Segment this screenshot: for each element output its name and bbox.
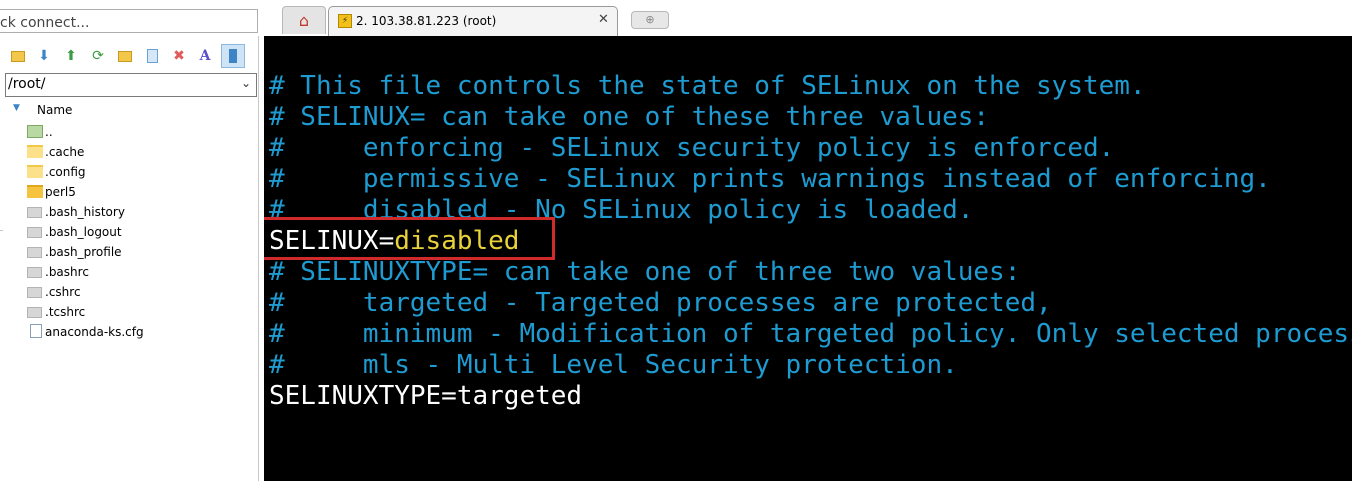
terminal-line: # targeted - Targeted processes are prot… xyxy=(269,288,1052,318)
file-list-header: ▼ Name xyxy=(0,100,264,120)
refresh-icon[interactable]: ⟳ xyxy=(88,44,108,68)
file-row[interactable]: .bashrc xyxy=(0,262,258,282)
terminal-line: SELINUXTYPE=targeted xyxy=(269,381,583,411)
delete-icon[interactable]: ✖ xyxy=(169,44,189,68)
file-row[interactable]: .cache xyxy=(0,142,258,162)
path-value: /root/ xyxy=(8,76,46,92)
terminal-line: # SELINUXTYPE= can take one of three two… xyxy=(269,257,1021,287)
file-name: .cshrc xyxy=(45,285,81,299)
terminal-line: # This file controls the state of SELinu… xyxy=(269,71,1146,101)
file-row[interactable]: .cshrc xyxy=(0,282,258,302)
file-name: .bashrc xyxy=(45,265,89,279)
file-row[interactable]: .config xyxy=(0,162,258,182)
file-row[interactable]: .bash_profile xyxy=(0,242,258,262)
session-tab-title: 2. 103.38.81.223 (root) xyxy=(356,14,497,28)
config-file-icon xyxy=(30,324,42,338)
file-name: .bash_profile xyxy=(45,245,122,259)
folder-icon xyxy=(27,165,43,178)
close-icon[interactable]: ✕ xyxy=(598,12,609,27)
file-row[interactable]: anaconda-ks.cfg xyxy=(0,322,258,342)
sort-down-icon[interactable]: ▼ xyxy=(13,103,20,113)
file-row[interactable]: perl5 xyxy=(0,182,258,202)
terminal-area[interactable]: # This file controls the state of SELinu… xyxy=(264,36,1352,481)
file-icon xyxy=(27,287,42,298)
folder-up-icon[interactable] xyxy=(8,44,28,68)
file-name: .config xyxy=(45,165,86,179)
file-name: .cache xyxy=(45,145,85,159)
divider xyxy=(0,230,3,231)
rename-icon[interactable]: A xyxy=(195,44,215,68)
file-name: perl5 xyxy=(45,185,76,199)
terminal-line: # minimum - Modification of targeted pol… xyxy=(269,319,1352,349)
sftp-panel: ⬇ ⬆ ⟳ ✖ A /root/ ⌄ ▼ Name .. .cache .con… xyxy=(0,0,264,481)
file-name: .tcshrc xyxy=(45,305,86,319)
quick-connect-input[interactable] xyxy=(0,9,258,33)
tab-bar: ⌂ ⚡ 2. 103.38.81.223 (root) ✕ ⊕ xyxy=(264,0,1352,36)
new-folder-icon[interactable] xyxy=(115,44,135,68)
file-row-parent[interactable]: .. xyxy=(0,122,258,142)
parent-folder-icon xyxy=(27,125,43,138)
terminal-line: # permissive - SELinux prints warnings i… xyxy=(269,164,1271,194)
new-tab-button[interactable]: ⊕ xyxy=(631,11,669,29)
home-tab[interactable]: ⌂ xyxy=(282,6,326,34)
file-name: .bash_logout xyxy=(45,225,122,239)
folder-icon xyxy=(27,145,43,158)
highlight-annotation-box xyxy=(264,217,555,260)
download-icon[interactable]: ⬇ xyxy=(34,44,54,68)
file-toolbar: ⬇ ⬆ ⟳ ✖ A xyxy=(0,42,264,70)
file-icon xyxy=(27,307,42,318)
file-row[interactable]: .bash_logout xyxy=(0,222,258,242)
new-file-icon[interactable] xyxy=(142,44,162,68)
file-icon xyxy=(27,247,42,258)
terminal-line: # SELINUX= can take one of these three v… xyxy=(269,102,990,132)
file-name: .bash_history xyxy=(45,205,125,219)
file-row[interactable]: .tcshrc xyxy=(0,302,258,322)
file-icon xyxy=(27,267,42,278)
terminal-session-icon: ⚡ xyxy=(338,14,352,28)
session-tab[interactable]: ⚡ 2. 103.38.81.223 (root) ✕ xyxy=(328,6,618,36)
file-icon xyxy=(27,227,42,238)
file-name: .. xyxy=(45,125,53,139)
terminal-line: # enforcing - SELinux security policy is… xyxy=(269,133,1115,163)
file-name: anaconda-ks.cfg xyxy=(45,325,144,339)
panel-toggle-icon[interactable] xyxy=(221,44,245,68)
upload-icon[interactable]: ⬆ xyxy=(61,44,81,68)
name-column-header[interactable]: Name xyxy=(37,103,72,117)
path-dropdown[interactable]: /root/ ⌄ xyxy=(5,73,257,97)
home-icon: ⌂ xyxy=(298,10,310,30)
file-row[interactable]: .bash_history xyxy=(0,202,258,222)
panel-splitter[interactable] xyxy=(258,36,259,481)
folder-icon xyxy=(27,185,43,198)
chevron-down-icon[interactable]: ⌄ xyxy=(241,76,251,90)
terminal-line: # mls - Multi Level Security protection. xyxy=(269,350,958,380)
file-icon xyxy=(27,207,42,218)
